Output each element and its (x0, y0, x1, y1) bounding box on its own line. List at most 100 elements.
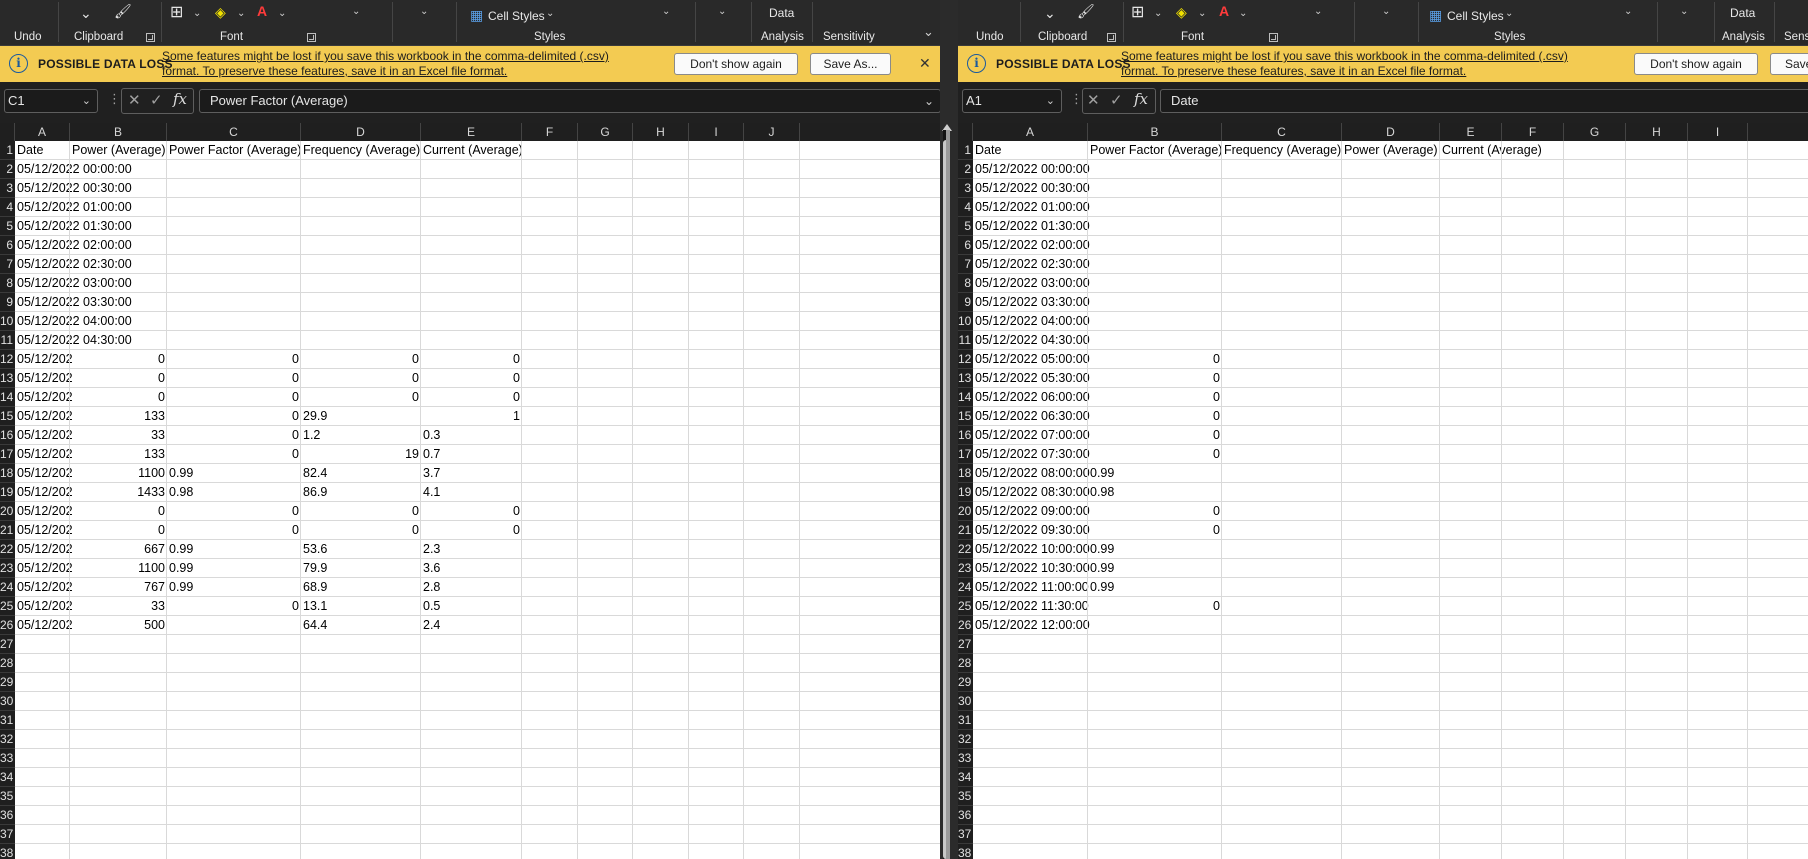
column-header-b[interactable]: B (1088, 123, 1222, 141)
cell-b21[interactable]: 0 (70, 521, 167, 540)
row-header-19[interactable]: 19 (0, 483, 15, 502)
cell-b19[interactable]: 0.98 (1088, 483, 1488, 502)
cell-a3[interactable]: 05/12/2022 00:30:00 (15, 179, 175, 198)
cell-b24[interactable]: 0.99 (1088, 578, 1488, 597)
close-icon[interactable]: ✕ (919, 55, 931, 72)
row-header-5[interactable]: 5 (958, 217, 973, 236)
row-header-2[interactable]: 2 (0, 160, 15, 179)
row-header-2[interactable]: 2 (958, 160, 973, 179)
column-header-i[interactable]: I (1688, 123, 1748, 141)
chevron-down-icon[interactable]: ⌄ (1154, 8, 1162, 19)
column-header-f[interactable]: F (1502, 123, 1564, 141)
cell-b12[interactable]: 0 (70, 350, 167, 369)
formula-input[interactable]: Date (1160, 89, 1808, 113)
cell-c21[interactable]: 0 (167, 521, 301, 540)
paste-dropdown-icon[interactable]: ⌄ (80, 6, 92, 20)
cell-e16[interactable]: 0.3 (421, 426, 821, 445)
insert-function-icon[interactable]: fx (1134, 90, 1148, 108)
column-header-a[interactable]: A (973, 123, 1088, 141)
enter-icon[interactable]: ✓ (1110, 91, 1123, 109)
cell-a4[interactable]: 05/12/2022 01:00:00 (973, 198, 1373, 217)
column-header-h[interactable]: H (633, 123, 689, 141)
message-line-1[interactable]: Some features might be lost if you save … (162, 49, 609, 63)
row-header-14[interactable]: 14 (958, 388, 973, 407)
undo-label[interactable]: Undo (976, 31, 1004, 43)
cell-e20[interactable]: 0 (421, 502, 522, 521)
chevron-down-icon[interactable]: ⌄ (718, 6, 726, 17)
row-header-38[interactable]: 38 (958, 844, 973, 859)
row-header-4[interactable]: 4 (0, 198, 15, 217)
chevron-down-icon[interactable]: ⌄ (1624, 6, 1632, 17)
cell-c14[interactable]: 0 (167, 388, 301, 407)
row-header-22[interactable]: 22 (0, 540, 15, 559)
cell-b21[interactable]: 0 (1088, 521, 1222, 540)
cell-b15[interactable]: 133 (70, 407, 167, 426)
cell-styles-button[interactable]: Cell Styles (1447, 9, 1504, 23)
row-header-31[interactable]: 31 (0, 711, 15, 730)
cell-d12[interactable]: 0 (301, 350, 421, 369)
row-header-9[interactable]: 9 (0, 293, 15, 312)
font-color-icon[interactable]: A (257, 4, 267, 18)
formula-value[interactable]: Power Factor (Average) (210, 93, 348, 108)
analyze-data-button[interactable]: Data (1730, 6, 1755, 20)
cell-e13[interactable]: 0 (421, 369, 522, 388)
row-header-7[interactable]: 7 (958, 255, 973, 274)
save-as-button[interactable]: Save As... (810, 53, 891, 75)
row-header-20[interactable]: 20 (0, 502, 15, 521)
row-header-36[interactable]: 36 (0, 806, 15, 825)
cell-b16[interactable]: 0 (1088, 426, 1222, 445)
cell-c15[interactable]: 0 (167, 407, 301, 426)
cell-c25[interactable]: 0 (167, 597, 301, 616)
cell-d13[interactable]: 0 (301, 369, 421, 388)
row-header-30[interactable]: 30 (0, 692, 15, 711)
cell-a8[interactable]: 05/12/2022 03:00:00 (973, 274, 1373, 293)
cell-a26[interactable]: 05/12/2022 12:00:00 (973, 616, 1373, 635)
clipboard-launcher-icon[interactable] (146, 33, 155, 42)
row-header-16[interactable]: 16 (958, 426, 973, 445)
cell-a4[interactable]: 05/12/2022 01:00:00 (15, 198, 175, 217)
row-header-15[interactable]: 15 (958, 407, 973, 426)
row-header-29[interactable]: 29 (958, 673, 973, 692)
cell-e15[interactable]: 1 (421, 407, 522, 426)
row-header-11[interactable]: 11 (0, 331, 15, 350)
row-header-24[interactable]: 24 (0, 578, 15, 597)
cell-b19[interactable]: 1433 (70, 483, 167, 502)
formula-value[interactable]: Date (1171, 93, 1198, 108)
chevron-down-icon[interactable]: ⌄ (1314, 6, 1322, 17)
cell-a7[interactable]: 05/12/2022 02:30:00 (15, 255, 175, 274)
column-header-c[interactable]: C (167, 123, 301, 141)
cell-styles-button[interactable]: Cell Styles (488, 9, 545, 23)
column-header-b[interactable]: B (70, 123, 167, 141)
chevron-down-icon[interactable]: ⌄ (1046, 90, 1055, 112)
analyze-data-button[interactable]: Data (769, 6, 794, 20)
cell-e22[interactable]: 2.3 (421, 540, 821, 559)
cell-styles-icon[interactable]: ▦ (470, 8, 483, 22)
cell-c16[interactable]: 0 (167, 426, 301, 445)
font-launcher-icon[interactable] (307, 33, 316, 42)
cell-e19[interactable]: 4.1 (421, 483, 821, 502)
name-box-value[interactable]: C1 (8, 93, 25, 108)
chevron-down-icon[interactable]: ⌄ (546, 8, 554, 19)
chevron-down-icon[interactable]: ⌄ (420, 6, 428, 17)
row-header-32[interactable]: 32 (0, 730, 15, 749)
chevron-down-icon[interactable]: ⌄ (193, 8, 201, 19)
cell-a9[interactable]: 05/12/2022 03:30:00 (973, 293, 1373, 312)
row-header-28[interactable]: 28 (958, 654, 973, 673)
row-header-23[interactable]: 23 (0, 559, 15, 578)
name-box[interactable]: A1 ⌄ (962, 89, 1062, 113)
column-header-d[interactable]: D (301, 123, 421, 141)
cell-e1[interactable]: Current (Average) (421, 141, 821, 160)
fill-color-icon[interactable]: ◈ (215, 5, 226, 19)
enter-icon[interactable]: ✓ (150, 91, 163, 109)
row-header-1[interactable]: 1 (0, 141, 15, 160)
ribbon-collapse-icon[interactable]: ⌄ (923, 24, 934, 40)
row-header-9[interactable]: 9 (958, 293, 973, 312)
more-icon[interactable]: ⋮ (108, 91, 121, 107)
column-header-c[interactable]: C (1222, 123, 1342, 141)
chevron-down-icon[interactable]: ⌄ (662, 6, 670, 17)
row-header-21[interactable]: 21 (958, 521, 973, 540)
row-header-23[interactable]: 23 (958, 559, 973, 578)
chevron-down-icon[interactable]: ⌄ (82, 90, 91, 112)
chevron-down-icon[interactable]: ⌄ (1239, 8, 1247, 19)
cell-b17[interactable]: 133 (70, 445, 167, 464)
